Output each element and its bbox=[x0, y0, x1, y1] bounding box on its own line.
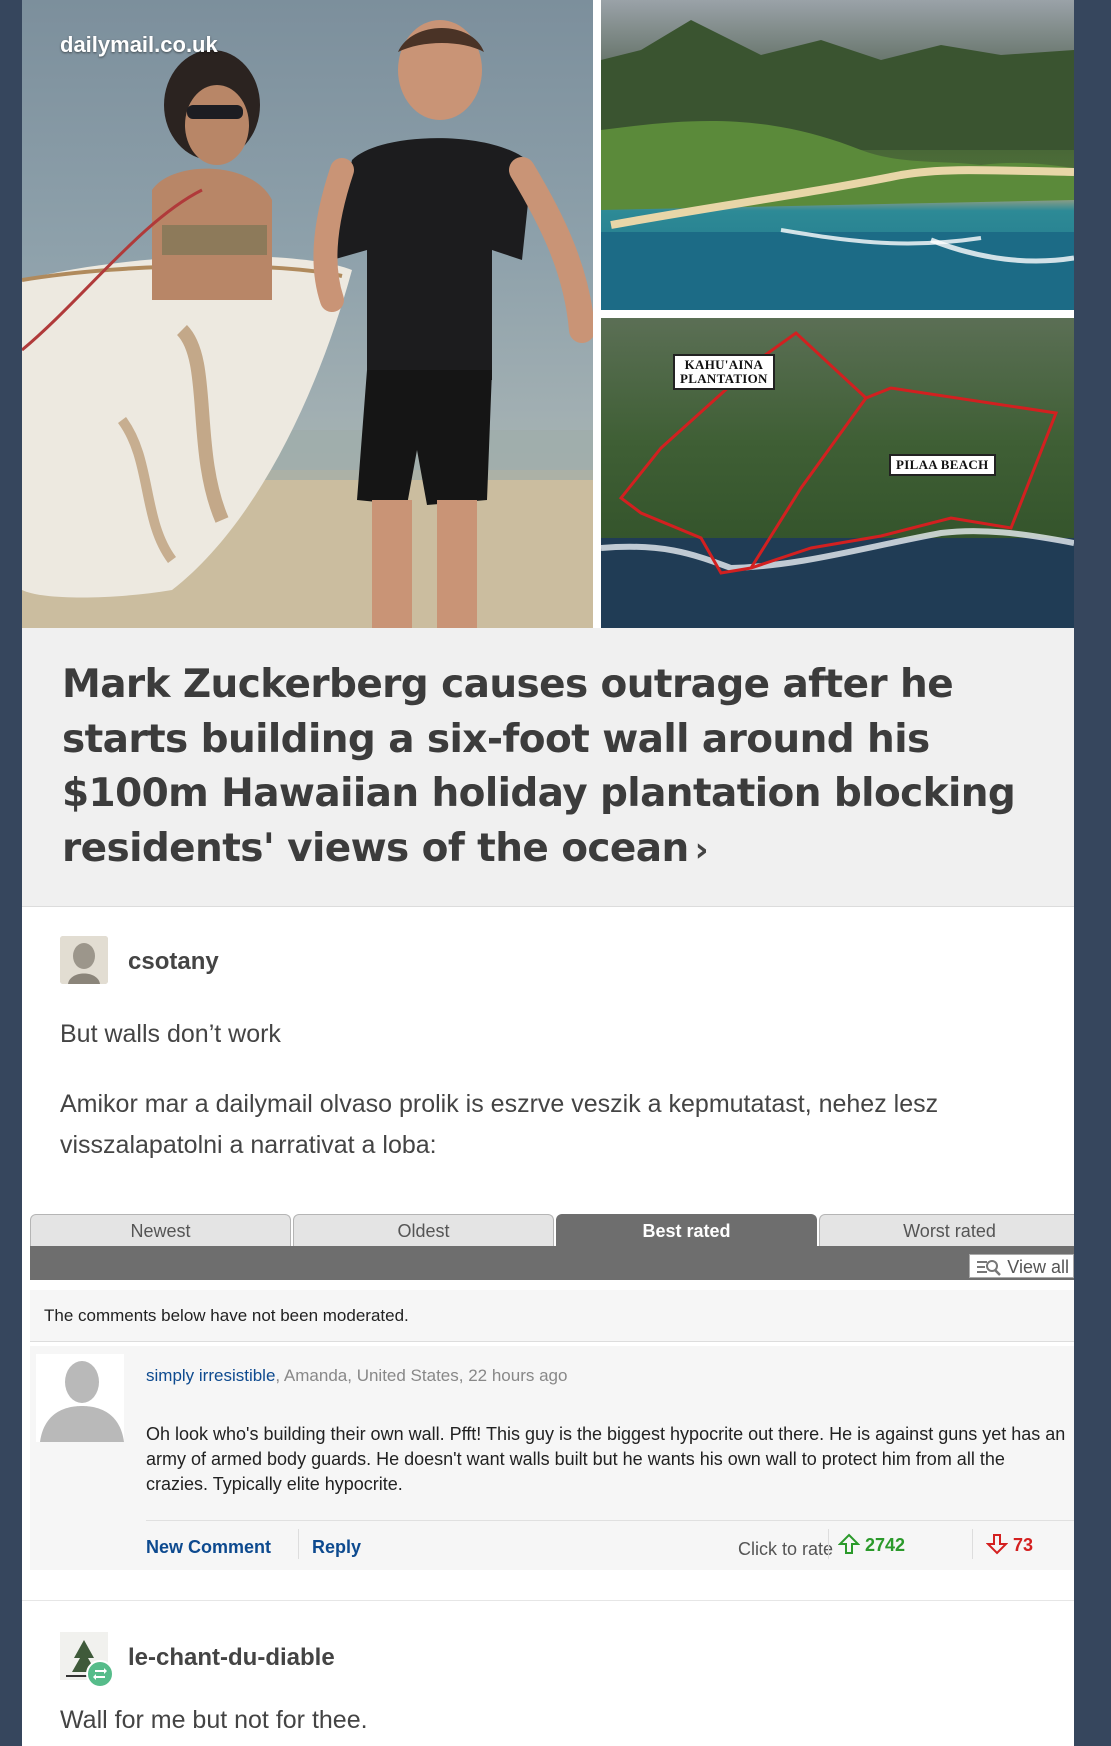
reblog-2-paragraph-1: Wall for me but not for thee. bbox=[60, 1706, 368, 1734]
person-silhouette-icon bbox=[36, 1354, 124, 1442]
arrow-up-icon bbox=[837, 1533, 861, 1554]
photo-illustration bbox=[22, 20, 593, 628]
property-outline-illustration bbox=[601, 331, 1074, 628]
map-label-kahuaina-line-2: PLANTATION bbox=[680, 371, 768, 386]
article-image-collage[interactable]: dailymail.co.uk KAHU'AINA PLANTATION PIL… bbox=[22, 0, 1074, 628]
coast-illustration bbox=[601, 20, 1074, 310]
comment-meta: simply irresistible, Amanda, United Stat… bbox=[146, 1366, 567, 1386]
downvote-count: 73 bbox=[1013, 1535, 1034, 1555]
aerial-plantation-map: KAHU'AINA PLANTATION PILAA BEACH bbox=[601, 318, 1074, 628]
username-csotany[interactable]: csotany bbox=[128, 948, 219, 976]
tab-worst-rated[interactable]: Worst rated bbox=[819, 1214, 1074, 1246]
default-user-avatar bbox=[36, 1354, 124, 1442]
map-label-kahuaina: KAHU'AINA PLANTATION bbox=[673, 354, 775, 390]
chevron-right-icon: › bbox=[694, 829, 709, 870]
reply-link[interactable]: Reply bbox=[312, 1537, 361, 1558]
moderation-notice: The comments below have not been moderat… bbox=[30, 1290, 1074, 1342]
tab-oldest[interactable]: Oldest bbox=[293, 1214, 554, 1246]
upvote-button[interactable]: 2742 bbox=[837, 1533, 906, 1556]
action-divider bbox=[298, 1529, 299, 1559]
source-watermark: dailymail.co.uk bbox=[60, 32, 218, 57]
reblog-1-paragraph-1: But walls don’t work bbox=[60, 1020, 281, 1048]
avatar-csotany[interactable] bbox=[60, 936, 108, 984]
map-label-kahuaina-line-1: KAHU'AINA bbox=[684, 357, 764, 372]
comment-item: simply irresistible, Amanda, United Stat… bbox=[30, 1346, 1074, 1570]
reblog-1-paragraph-2: Amikor mar a dailymail olvaso prolik is … bbox=[60, 1090, 939, 1159]
comment-author-link[interactable]: simply irresistible bbox=[146, 1366, 275, 1385]
magnifier-list-icon bbox=[976, 1257, 1007, 1277]
tab-bar bbox=[30, 1246, 1074, 1280]
article-link-box[interactable]: Mark Zuckerberg causes outrage after he … bbox=[22, 628, 1074, 907]
comment-body: Oh look who's building their own wall. P… bbox=[146, 1424, 1066, 1494]
downvote-button[interactable]: 73 bbox=[985, 1533, 1034, 1556]
aerial-coast-photo bbox=[601, 0, 1074, 310]
new-comment-link[interactable]: New Comment bbox=[146, 1537, 271, 1558]
article-headline[interactable]: Mark Zuckerberg causes outrage after he … bbox=[62, 658, 1042, 877]
avatar-le-chant-du-diable[interactable] bbox=[60, 1632, 114, 1688]
comments-screenshot: Newest Oldest Best rated Worst rated Vie… bbox=[30, 1210, 1074, 1570]
tab-best-rated[interactable]: Best rated bbox=[556, 1214, 817, 1246]
view-all-label: View all bbox=[1007, 1257, 1069, 1277]
click-to-rate-label: Click to rate bbox=[738, 1539, 834, 1559]
headline-text[interactable]: Mark Zuckerberg causes outrage after he … bbox=[62, 662, 1016, 871]
couple-surfboard-photo: dailymail.co.uk bbox=[22, 0, 593, 628]
bust-statue-icon bbox=[60, 936, 108, 984]
comment-sort-tabs: Newest Oldest Best rated Worst rated bbox=[30, 1210, 1074, 1248]
map-label-pilaa-beach: PILAA BEACH bbox=[889, 454, 996, 476]
reblog-badge-icon bbox=[86, 1660, 114, 1688]
comment-actions: New Comment Reply Click to rate 2742 73 bbox=[146, 1520, 1074, 1565]
username-le-chant-du-diable[interactable]: le-chant-du-diable bbox=[128, 1644, 335, 1672]
tumblr-post-card: dailymail.co.uk KAHU'AINA PLANTATION PIL… bbox=[22, 0, 1074, 1746]
rate-divider-2 bbox=[972, 1529, 973, 1559]
comment-location-time: , Amanda, United States, 22 hours ago bbox=[275, 1366, 568, 1385]
reblog-divider bbox=[22, 1600, 1074, 1601]
arrow-down-icon bbox=[985, 1534, 1009, 1555]
rate-divider bbox=[828, 1529, 829, 1559]
tab-newest[interactable]: Newest bbox=[30, 1214, 291, 1246]
view-all-button[interactable]: View all bbox=[969, 1254, 1074, 1278]
upvote-count: 2742 bbox=[865, 1535, 906, 1555]
